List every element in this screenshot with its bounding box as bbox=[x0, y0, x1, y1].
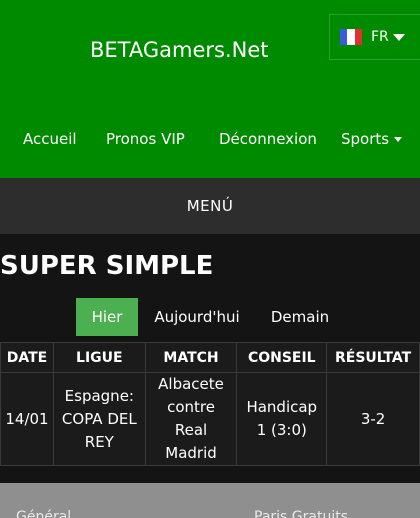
site-header: BETAGamers.Net FR Accueil Pronos VIP Déc… bbox=[0, 0, 420, 178]
cell-result: 3-2 bbox=[326, 372, 420, 466]
predictions-table: DATE LIGUE MATCH CONSEIL RÉSULTAT 14/01 … bbox=[0, 342, 420, 466]
column-header-match: MATCH bbox=[144, 342, 238, 373]
column-header-date: DATE bbox=[0, 342, 54, 373]
cell-date: 14/01 bbox=[0, 372, 54, 466]
cell-advice: Handicap 1 (3:0) bbox=[236, 372, 328, 466]
site-footer: Général Paris Gratuits bbox=[0, 483, 420, 518]
tab-aujourdhui[interactable]: Aujourd'hui bbox=[146, 298, 248, 336]
tab-demain[interactable]: Demain bbox=[260, 298, 340, 336]
day-tabs: Hier Aujourd'hui Demain bbox=[0, 298, 420, 336]
nav-item-accueil[interactable]: Accueil bbox=[23, 130, 77, 148]
cell-match: Albacete contre Real Madrid bbox=[144, 372, 238, 466]
chevron-down-icon bbox=[394, 137, 403, 142]
column-header-advice: CONSEIL bbox=[236, 342, 328, 373]
column-header-result: RÉSULTAT bbox=[326, 342, 420, 373]
language-selector[interactable]: FR bbox=[329, 14, 420, 60]
site-logo-text[interactable]: BETAGamers.Net bbox=[90, 38, 269, 62]
column-header-league: LIGUE bbox=[52, 342, 146, 373]
tab-hier[interactable]: Hier bbox=[76, 298, 138, 336]
menu-toggle[interactable]: MENÚ bbox=[0, 178, 420, 234]
footer-link-paris-gratuits[interactable]: Paris Gratuits bbox=[254, 509, 348, 518]
cell-league: Espagne: COPA DEL REY bbox=[52, 372, 146, 466]
nav-item-pronos-vip[interactable]: Pronos VIP bbox=[106, 130, 185, 148]
table-row: 14/01 Espagne: COPA DEL REY Albacete con… bbox=[0, 372, 420, 466]
footer-link-general[interactable]: Général bbox=[16, 509, 71, 518]
language-code: FR bbox=[371, 29, 389, 45]
chevron-down-icon bbox=[392, 33, 405, 41]
main-nav: Accueil Pronos VIP Déconnexion Sports bbox=[0, 130, 420, 150]
nav-item-sports-label: Sports bbox=[341, 130, 390, 148]
nav-item-deconnexion[interactable]: Déconnexion bbox=[219, 130, 317, 148]
table-header-row: DATE LIGUE MATCH CONSEIL RÉSULTAT bbox=[0, 342, 420, 373]
nav-item-sports[interactable]: Sports bbox=[341, 130, 403, 148]
section-title: SUPER SIMPLE bbox=[0, 251, 214, 281]
france-flag-icon bbox=[340, 29, 362, 45]
